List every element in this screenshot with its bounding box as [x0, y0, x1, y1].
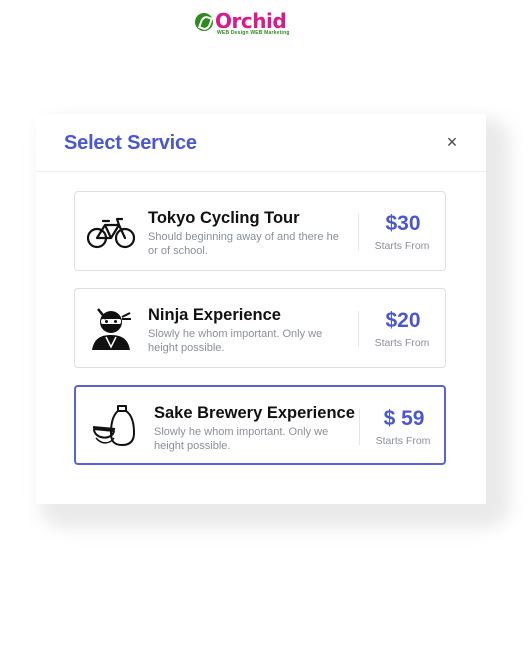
bicycle-icon — [86, 210, 136, 254]
service-title: Tokyo Cycling Tour — [148, 209, 300, 227]
select-service-modal: Select Service × Tokyo Cycling Tour Shou… — [36, 114, 486, 504]
price-note: Starts From — [374, 240, 430, 252]
service-card-tokyo-cycling[interactable]: Tokyo Cycling Tour Should beginning away… — [74, 191, 446, 271]
card-divider — [359, 409, 360, 445]
price-note: Starts From — [375, 435, 431, 447]
orchid-leaf-icon — [195, 13, 213, 31]
card-divider — [358, 311, 359, 347]
price-note: Starts From — [374, 337, 430, 349]
service-price: $20 — [385, 309, 421, 332]
modal-title: Select Service — [64, 132, 197, 154]
ninja-icon — [86, 307, 136, 351]
close-icon[interactable]: × — [442, 132, 462, 152]
service-title: Ninja Experience — [148, 306, 281, 324]
logo-tagline: WEB Design WEB Marketing — [217, 30, 290, 36]
orchid-logo: Orchid WEB Design WEB Marketing — [195, 9, 305, 36]
service-title: Sake Brewery Experience — [154, 404, 355, 422]
sake-icon — [90, 403, 140, 447]
service-description: Slowly he whom important. Only we height… — [154, 426, 329, 452]
service-description: Should beginning away of and there he or… — [148, 231, 339, 257]
card-divider — [358, 214, 359, 250]
service-card-ninja[interactable]: Ninja Experience Slowly he whom importan… — [74, 288, 446, 368]
modal-header: Select Service × — [36, 114, 486, 172]
service-card-sake-brewery[interactable]: Sake Brewery Experience Slowly he whom i… — [74, 385, 446, 465]
service-description: Slowly he whom important. Only we height… — [148, 328, 323, 354]
service-price: $30 — [385, 212, 421, 235]
service-price: $ 59 — [383, 407, 425, 430]
